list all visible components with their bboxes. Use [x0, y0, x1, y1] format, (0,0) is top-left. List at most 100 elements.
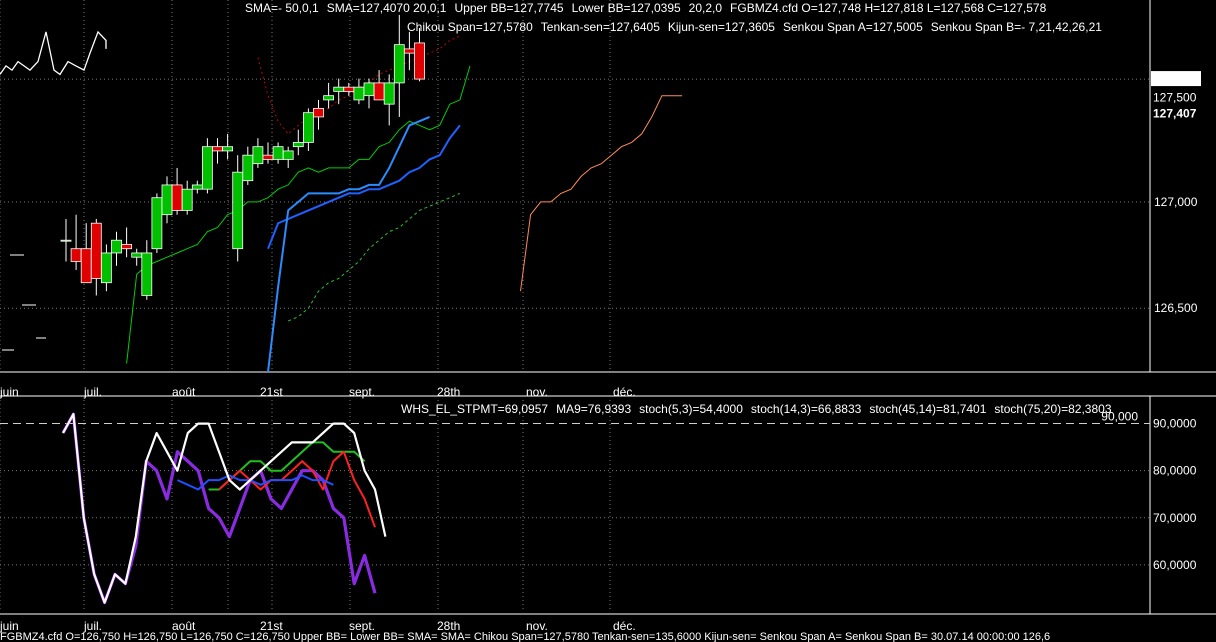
candle[interactable] [101, 244, 112, 292]
candle-body [131, 252, 143, 258]
candle-body [212, 146, 223, 152]
candle[interactable] [232, 155, 244, 262]
legend-item: FGBMZ4.cfd O=127,748 H=127,818 L=127,568… [730, 1, 1047, 15]
candle[interactable] [353, 78, 365, 105]
legend-item: WHS_EL_STPMT=69,0957 [401, 402, 548, 416]
candle-body [343, 86, 355, 92]
oscillator-tick-label: 80,0000 [1153, 464, 1197, 478]
candle[interactable] [363, 78, 375, 109]
candle[interactable] [80, 223, 92, 284]
candle[interactable] [272, 142, 284, 164]
panel-frames [0, 0, 1216, 615]
price-tick-label: 127,000 [1154, 195, 1198, 209]
oscillator-axis: 90,000080,000070,000060,000090,000 [1101, 410, 1196, 572]
candle-body [232, 171, 244, 250]
candle-body [353, 86, 365, 101]
candle[interactable] [131, 248, 143, 266]
price-indicator-lines [0, 30, 683, 373]
x-label: déc. [613, 385, 636, 399]
candle-body [323, 95, 335, 101]
candle[interactable] [414, 28, 425, 82]
candle[interactable] [323, 82, 335, 109]
x-label: nov. [526, 385, 548, 399]
sma-price-label: 127,407 [1153, 106, 1197, 120]
candle-body [414, 42, 425, 80]
candle[interactable] [191, 180, 203, 194]
candle-body [242, 154, 254, 182]
candle-body [302, 112, 314, 143]
legend-item: Tenkan-sen=127,6405 [541, 20, 660, 34]
candle-body [222, 146, 234, 152]
candle[interactable] [151, 193, 163, 253]
candles[interactable] [60, 14, 425, 300]
candle-body [171, 184, 183, 211]
candle[interactable] [212, 138, 223, 164]
candle-body [191, 184, 203, 190]
candle-body [393, 44, 405, 84]
x-label: août [172, 385, 196, 399]
candle-body [403, 48, 415, 54]
x-label: juin [0, 385, 19, 399]
candle-body [282, 150, 294, 160]
legend-item: Lower BB=127,0395 [572, 1, 681, 15]
candle-body [383, 82, 395, 105]
candle-body [333, 86, 345, 92]
price-axis: 126,500 127,000 127,578 127,500127,407 [1151, 71, 1201, 315]
series-line-senkou-span-a [520, 95, 683, 292]
candle[interactable] [70, 214, 82, 270]
oscillator-tick-label: 90,0000 [1153, 417, 1197, 431]
last-price-label: 127,578 [1153, 72, 1197, 86]
legend-item: stoch(75,20)=82,3803 [994, 402, 1111, 416]
price-tick-label: 126,500 [1154, 301, 1198, 315]
oscillator-tick-label: 70,0000 [1153, 511, 1197, 525]
candle[interactable] [111, 231, 122, 266]
series-line-senkou-span-b [288, 192, 461, 322]
candle[interactable] [313, 99, 324, 130]
x-label: juil. [83, 385, 102, 399]
candle-body [101, 252, 112, 284]
candle[interactable] [222, 133, 234, 160]
candle[interactable] [201, 138, 213, 194]
candle[interactable] [333, 78, 345, 105]
legend-item: stoch(14,3)=66,8833 [751, 402, 862, 416]
candle[interactable] [403, 31, 415, 71]
legend-item: Senkou Span A=127,5005 [783, 20, 923, 34]
candle[interactable] [302, 108, 314, 151]
oscillator-lines [61, 412, 387, 605]
candle-body [161, 184, 173, 216]
candle[interactable] [373, 70, 385, 101]
x-axis-labels-top: juin juil. août 21st sept. 28th nov. déc. [0, 385, 636, 399]
candle[interactable] [383, 74, 395, 126]
candle-body [111, 239, 122, 254]
candle[interactable] [90, 218, 102, 296]
candle-body [363, 82, 375, 97]
series-line-stoch-14-3- [62, 413, 387, 604]
candle[interactable] [60, 218, 72, 262]
candle-body [313, 108, 324, 118]
candle[interactable] [282, 146, 294, 168]
candle[interactable] [121, 227, 132, 258]
oscillator-grid [0, 400, 1150, 612]
candle[interactable] [181, 180, 193, 215]
candle-body [262, 154, 274, 160]
candle[interactable] [393, 14, 405, 117]
oscillator-legend: WHS_EL_STPMT=69,0957 MA9=76,9393 stoch(5,3… [401, 402, 1112, 416]
candle[interactable] [292, 129, 304, 156]
candle-body [292, 142, 304, 148]
candle-body [181, 188, 193, 211]
candle[interactable] [141, 240, 153, 300]
candle[interactable] [343, 82, 355, 96]
candle[interactable] [161, 176, 173, 224]
candle-body [252, 146, 264, 165]
chart-canvas[interactable]: 126,500 127,000 127,578 127,500127,407 90,0… [0, 0, 1216, 642]
candle[interactable] [242, 146, 254, 185]
legend-item: stoch(45,14)=81,7401 [869, 402, 986, 416]
candle-body [141, 252, 153, 296]
legend-item: 20,2,0 [689, 1, 723, 15]
legend-item: stoch(5,3)=54,4000 [639, 402, 743, 416]
candle-body [373, 82, 385, 101]
legend-item: Senkou Span B=- 7,21,42,26,21 [931, 20, 1102, 34]
candle[interactable] [252, 138, 264, 168]
series-line-stoch-75-20- [218, 450, 376, 528]
candle[interactable] [171, 167, 183, 215]
